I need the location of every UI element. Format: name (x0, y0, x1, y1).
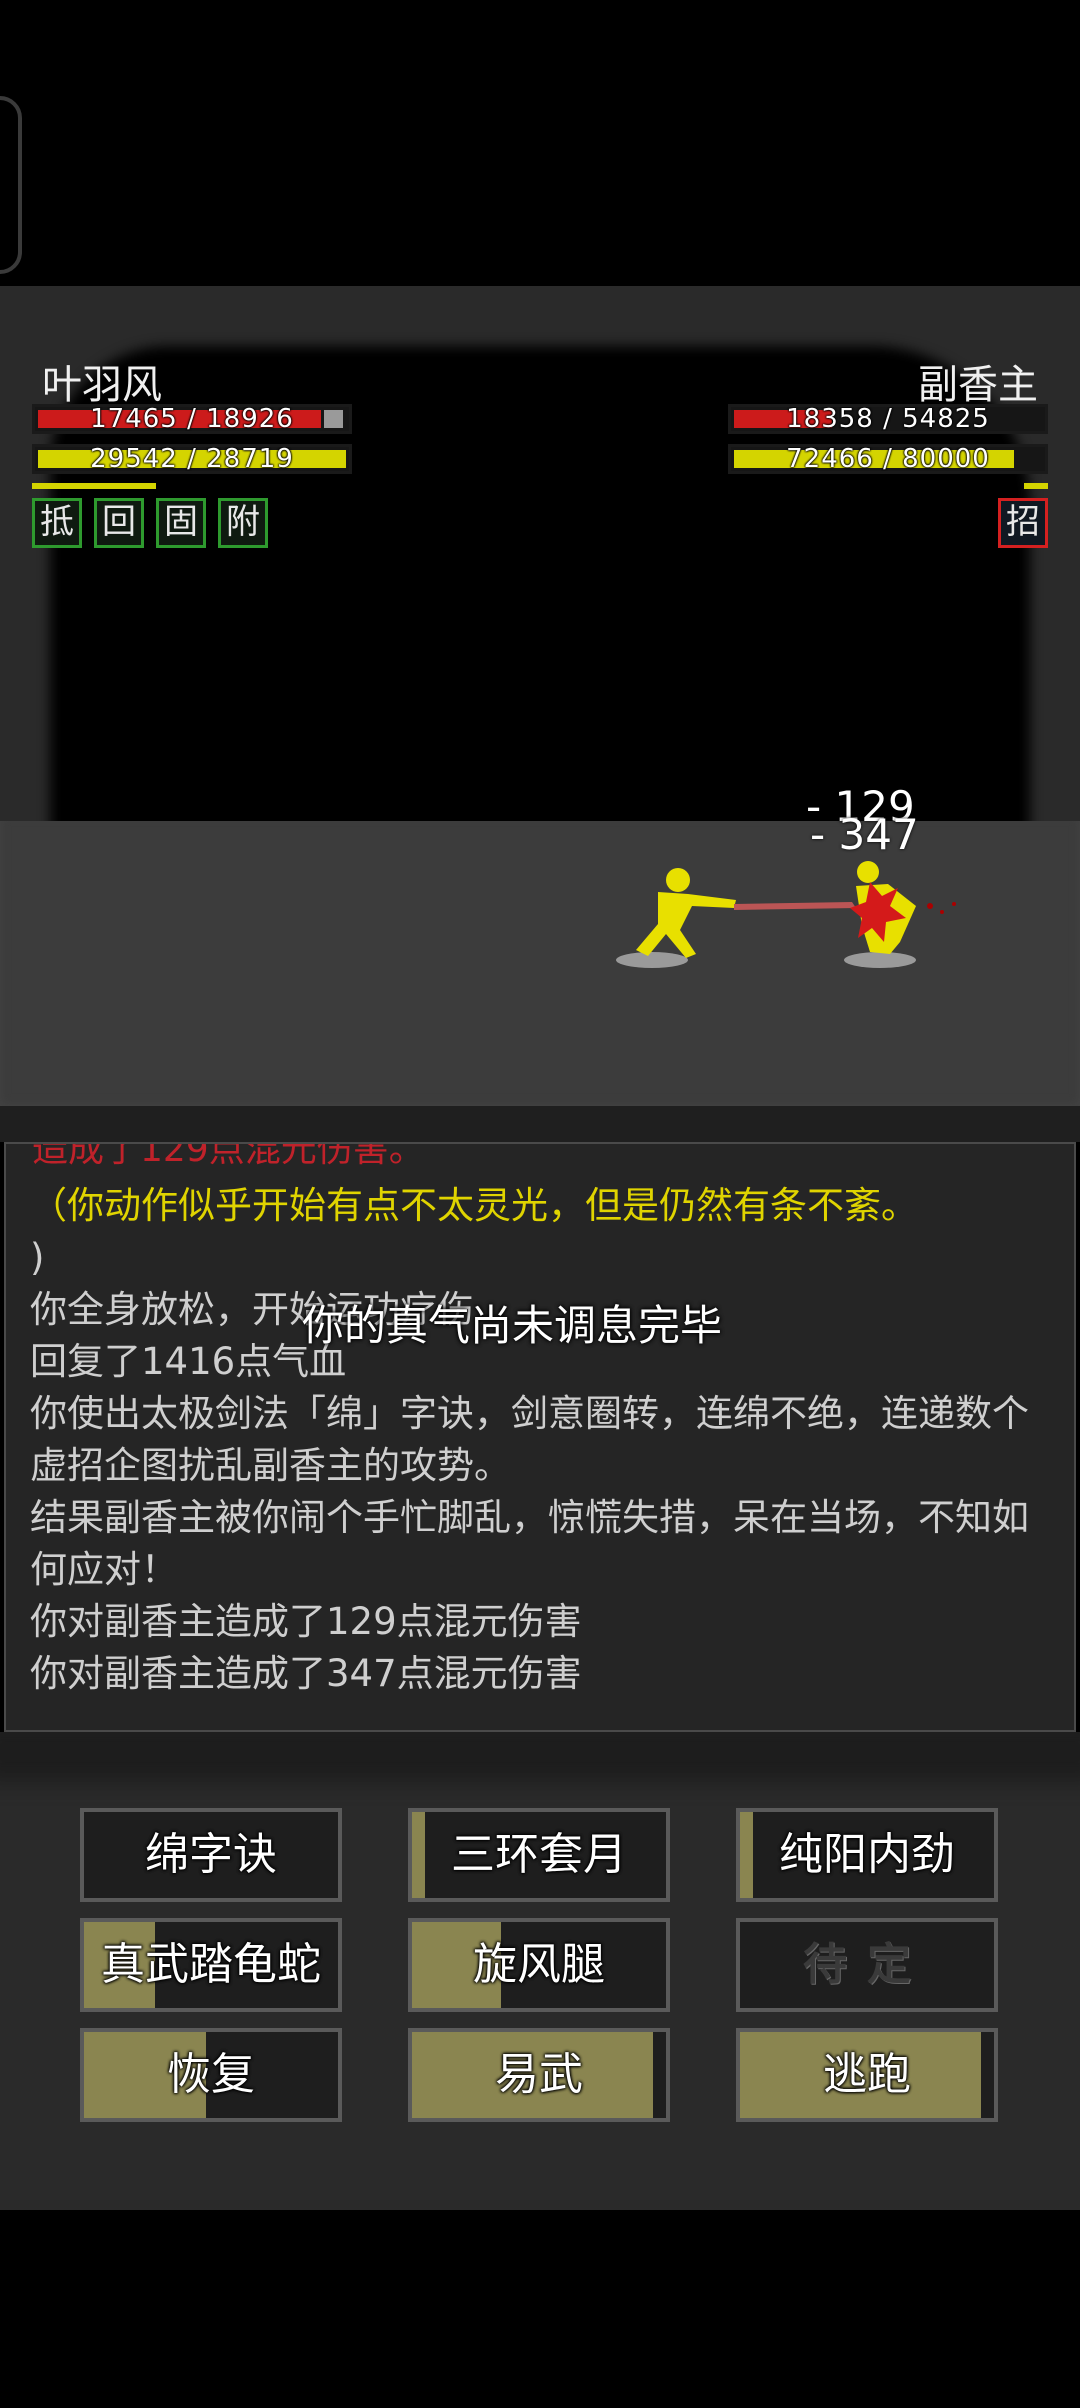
combat-log[interactable]: 造成了129点混元伤害。 （你动作似乎开始有点不太灵光，但是仍然有条不紊。 ) … (4, 1142, 1076, 1732)
log-line: （你动作似乎开始有点不太灵光，但是仍然有条不紊。 (30, 1184, 918, 1227)
skill-label: 真武踏龟蛇 (101, 1939, 321, 1990)
skill-panel: 绵字诀 三环套月 纯阳内劲 真武踏龟蛇 旋风腿 待定 恢复 易武 逃跑 (0, 1732, 1080, 2210)
player-charge-bar (32, 483, 156, 489)
status-icon[interactable]: 附 (218, 498, 268, 548)
status-icon[interactable]: 回 (94, 498, 144, 548)
skill-button[interactable]: 旋风腿 (408, 1918, 670, 2012)
skill-label: 旋风腿 (473, 1939, 605, 1990)
skill-label: 逃跑 (823, 2049, 911, 2100)
flee-button[interactable]: 逃跑 (736, 2028, 998, 2122)
enemy-charge-bar (1024, 483, 1048, 489)
enemy-status-row: 招 (998, 498, 1048, 548)
skill-button[interactable]: 纯阳内劲 (736, 1808, 998, 1902)
enemy-hp-text: 18358 / 54825 (786, 404, 990, 434)
player-mp-text: 29542 / 28719 (90, 444, 294, 474)
sword-icon (734, 902, 856, 910)
battle-scene: 叶羽风 17465 / 18926 29542 / 28719 抵 回 固 附 … (0, 286, 1080, 1142)
switch-weapon-button[interactable]: 易武 (408, 2028, 670, 2122)
skill-label: 纯阳内劲 (779, 1829, 955, 1880)
log-line: 你使出太极剑法「绵」字诀，剑意圈转，连绵不绝，连递数个虚招企图扰乱副香主的攻势。 (30, 1392, 1029, 1487)
player-shadow (616, 952, 688, 968)
player-fighter-icon (636, 868, 736, 958)
skill-label: 绵字诀 (145, 1829, 277, 1880)
skill-button[interactable]: 待定 (736, 1918, 998, 2012)
status-icon[interactable]: 招 (998, 498, 1048, 548)
skill-label: 待定 (803, 1939, 931, 1990)
edge-handle (0, 96, 22, 274)
skill-label: 三环套月 (451, 1829, 627, 1880)
enemy-hp-bar: 18358 / 54825 (728, 404, 1048, 434)
floor-edge (0, 1106, 1080, 1142)
fight-animation (616, 861, 956, 968)
skill-button[interactable]: 绵字诀 (80, 1808, 342, 1902)
skill-button[interactable]: 真武踏龟蛇 (80, 1918, 342, 2012)
log-lines: （你动作似乎开始有点不太灵光，但是仍然有条不紊。 ) 你全身放松，开始运功疗伤 … (30, 1180, 1060, 1700)
skill-label: 易武 (495, 2049, 583, 2100)
bottom-area (0, 2210, 1080, 2408)
skill-label: 恢复 (167, 2049, 255, 2100)
log-line: ) (30, 1236, 45, 1279)
status-icon[interactable]: 固 (156, 498, 206, 548)
enemy-name: 副香主 (918, 362, 1038, 408)
log-line: 造成了129点混元伤害。 (32, 1142, 425, 1170)
enemy-shadow (844, 952, 916, 968)
enemy-mp-bar: 72466 / 80000 (728, 444, 1048, 474)
enemy-fighter-icon (850, 861, 956, 954)
recover-button[interactable]: 恢复 (80, 2028, 342, 2122)
enemy-mp-text: 72466 / 80000 (786, 444, 990, 474)
player-name: 叶羽风 (42, 362, 162, 408)
top-bar (0, 0, 1080, 286)
log-line: 你对副香主造成了347点混元伤害 (30, 1652, 582, 1695)
player-hp-bar: 17465 / 18926 (32, 404, 352, 434)
skill-button[interactable]: 三环套月 (408, 1808, 670, 1902)
player-hp-text: 17465 / 18926 (90, 404, 294, 434)
player-mp-bar: 29542 / 28719 (32, 444, 352, 474)
toast-message: 你的真气尚未调息完毕 (302, 1301, 723, 1350)
status-icon[interactable]: 抵 (32, 498, 82, 548)
log-line: 结果副香主被你闹个手忙脚乱，惊慌失措，呆在当场，不知如何应对！ (30, 1496, 1029, 1591)
player-status-row: 抵 回 固 附 (32, 498, 268, 548)
log-line: 你对副香主造成了129点混元伤害 (30, 1600, 582, 1643)
